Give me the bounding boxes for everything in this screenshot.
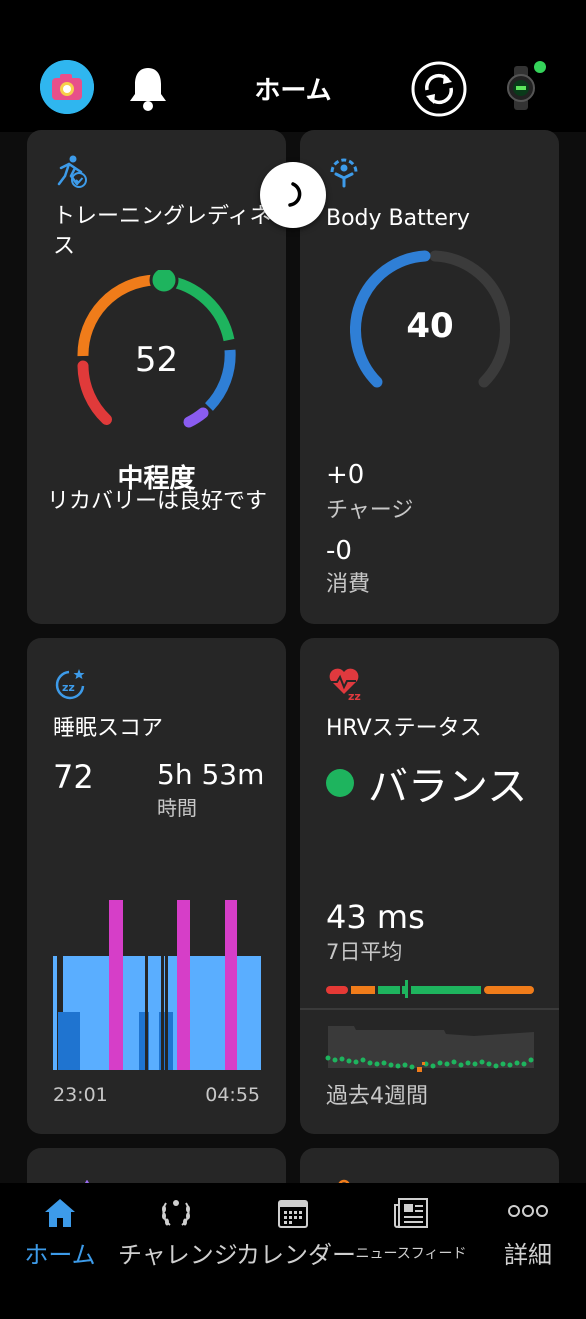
spinner-icon bbox=[288, 182, 302, 207]
home-icon bbox=[45, 1199, 75, 1227]
sleep-stages-chart bbox=[53, 900, 261, 1070]
bottom-nav: ホーム チャレンジ カレンダー ニュースフィード 詳細 bbox=[0, 1183, 586, 1319]
nav-home-label: ホーム bbox=[24, 1241, 96, 1269]
page-title: ホーム bbox=[254, 76, 332, 106]
app-header: ホーム bbox=[0, 40, 586, 132]
nav-challenges[interactable]: チャレンジ bbox=[118, 1183, 238, 1283]
hrv-trend-chart bbox=[325, 1026, 534, 1072]
hrv-value: 43 ms bbox=[326, 898, 425, 936]
body-battery-value: 40 bbox=[406, 306, 454, 346]
nav-home[interactable]: ホーム bbox=[10, 1183, 110, 1283]
nav-calendar-label: カレンダー bbox=[236, 1241, 356, 1269]
hrv-status-dot bbox=[326, 769, 354, 797]
nav-news-feed[interactable]: ニュースフィード bbox=[352, 1183, 470, 1283]
hrv-title: HRVステータス bbox=[326, 716, 482, 741]
hrv-range-bar bbox=[326, 980, 534, 998]
sleep-duration-label: 時間 bbox=[157, 796, 197, 820]
laurel-icon bbox=[162, 1200, 190, 1226]
calendar-icon bbox=[278, 1200, 308, 1228]
body-battery-drain-value: -0 bbox=[326, 536, 352, 566]
hrv-status: バランス bbox=[326, 754, 527, 812]
sleep-icon: zz bbox=[55, 669, 85, 700]
more-icon bbox=[508, 1205, 548, 1217]
nav-news-feed-label: ニュースフィード bbox=[355, 1246, 467, 1262]
sleep-title: 睡眠スコア bbox=[53, 716, 164, 741]
training-readiness-description: リカバリーは良好です bbox=[47, 489, 268, 514]
divider bbox=[300, 1008, 559, 1010]
loading-spinner bbox=[260, 162, 326, 228]
nav-challenges-label: チャレンジ bbox=[118, 1241, 238, 1269]
nav-more-label: 詳細 bbox=[504, 1241, 552, 1269]
news-icon bbox=[394, 1198, 428, 1228]
hrv-period-label: 過去4週間 bbox=[326, 1084, 428, 1109]
body-battery-title: Body Battery bbox=[326, 206, 470, 231]
svg-text:zz: zz bbox=[62, 681, 75, 694]
body-battery-charge-value: +0 bbox=[326, 460, 365, 490]
body-battery-charge-label: チャージ bbox=[326, 498, 414, 523]
training-readiness-card[interactable]: トレーニングレディネス 52 中程度 リカバリーは良好です bbox=[27, 130, 286, 624]
sleep-duration: 5h 53m bbox=[157, 758, 265, 791]
runner-icon bbox=[57, 155, 87, 188]
hrv-heart-icon: zz bbox=[329, 668, 361, 702]
hrv-status-card[interactable]: zz HRVステータス バランス 43 ms 7日平均 過去4週間 bbox=[300, 638, 559, 1134]
hrv-status-text: バランス bbox=[368, 764, 528, 810]
hrv-average-label: 7日平均 bbox=[326, 940, 403, 964]
sync-icon[interactable] bbox=[410, 60, 468, 118]
sleep-score: 72 bbox=[53, 758, 94, 796]
status-bar bbox=[0, 0, 586, 40]
training-readiness-score: 52 bbox=[134, 340, 179, 380]
nav-calendar[interactable]: カレンダー bbox=[236, 1183, 356, 1283]
body-battery-drain-label: 消費 bbox=[326, 572, 371, 597]
nav-more[interactable]: 詳細 bbox=[478, 1183, 578, 1283]
training-readiness-title: トレーニングレディネス bbox=[53, 204, 272, 259]
sleep-start-time: 23:01 bbox=[53, 1084, 108, 1106]
sleep-end-time: 04:55 bbox=[205, 1084, 260, 1106]
sleep-score-card[interactable]: zz 睡眠スコア 72 5h 53m 時間 23:01 04:55 bbox=[27, 638, 286, 1134]
svg-text:zz: zz bbox=[348, 690, 361, 702]
watch-device-icon[interactable] bbox=[500, 60, 550, 116]
body-battery-icon bbox=[330, 158, 358, 188]
body-battery-card[interactable]: Body Battery 40 +0 チャージ -0 消費 bbox=[300, 130, 559, 624]
